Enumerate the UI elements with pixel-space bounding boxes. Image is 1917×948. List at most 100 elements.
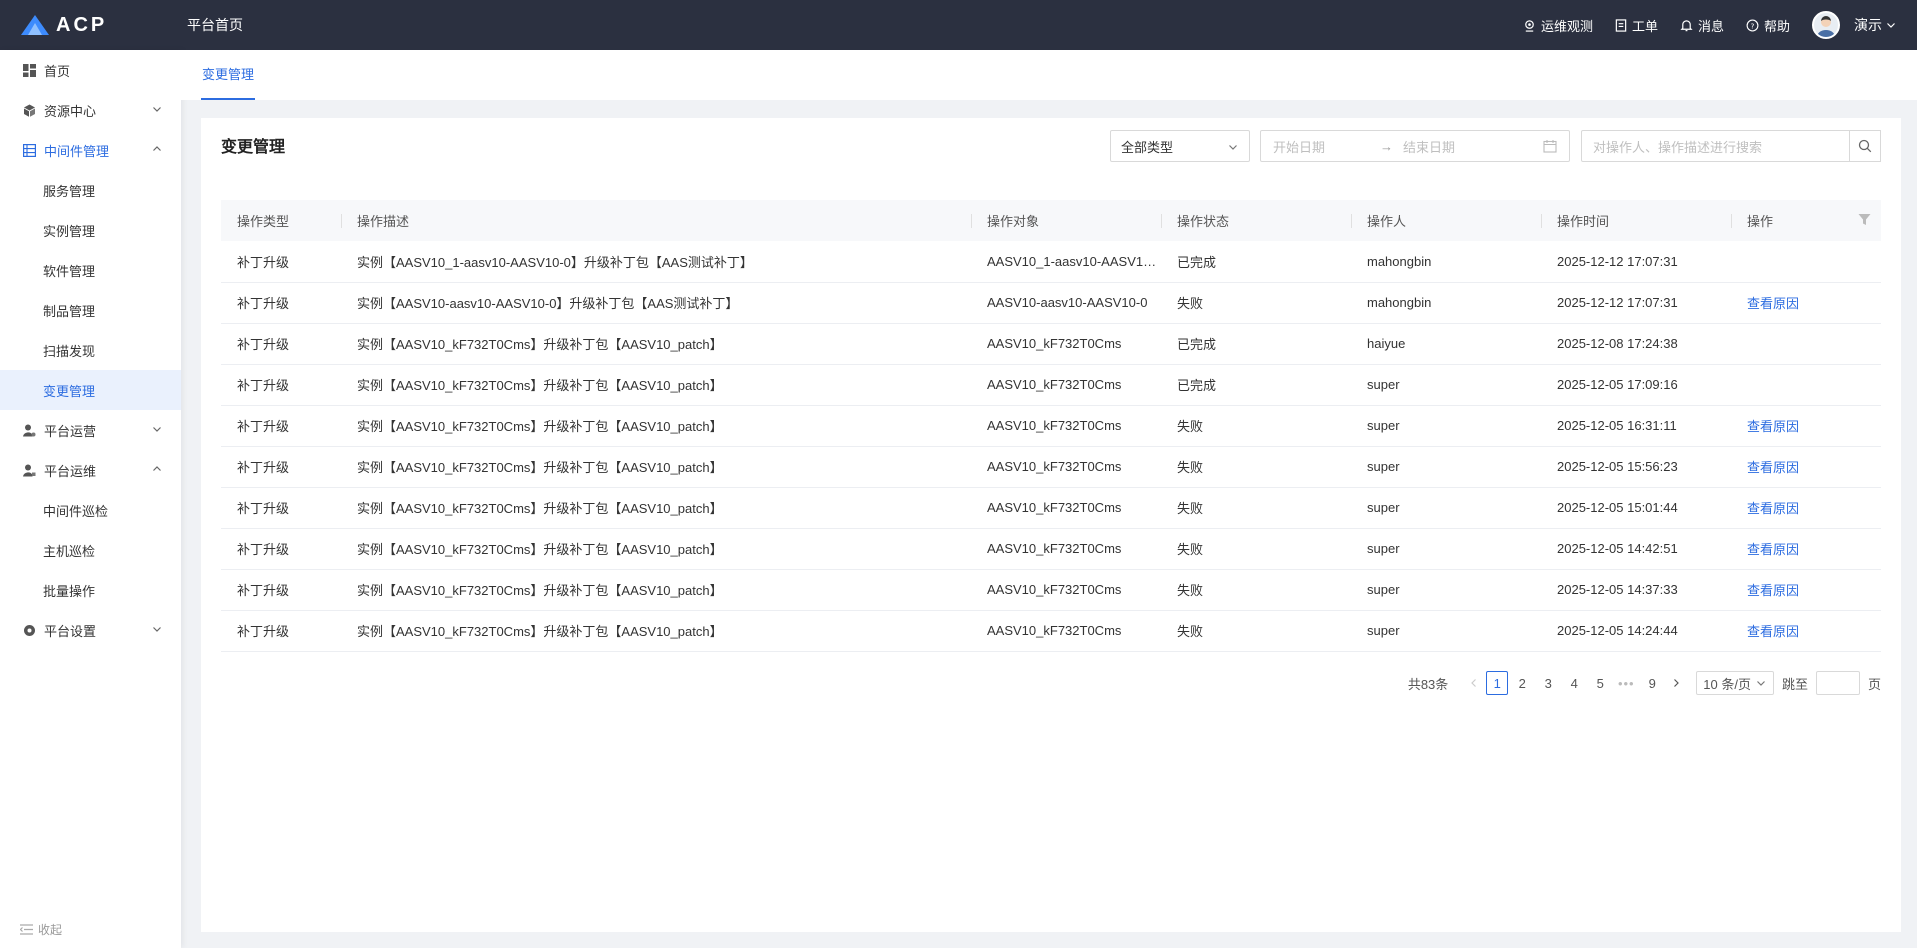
- date-range-picker[interactable]: 开始日期 → 结束日期: [1260, 130, 1570, 162]
- help-link[interactable]: ? 帮助: [1746, 16, 1790, 35]
- table-header-row: 操作类型 操作描述 操作对象 操作状态 操作人 操作时间 操作: [221, 200, 1881, 241]
- table-row: 补丁升级 实例【AASV10_kF732T0Cms】升级补丁包【AASV10_pa…: [221, 528, 1881, 569]
- message-link[interactable]: 消息: [1680, 16, 1724, 35]
- sidebar-item-instance-mgmt[interactable]: 实例管理: [0, 210, 181, 250]
- page-button[interactable]: 1: [1486, 671, 1509, 695]
- cell-target: AASV10_kF732T0Cms: [987, 418, 1122, 433]
- calendar-icon: [1543, 140, 1557, 153]
- user-gear-icon: [22, 423, 36, 437]
- sidebar-item-batch-operation[interactable]: 批量操作: [0, 570, 181, 610]
- next-page-button[interactable]: [1664, 671, 1688, 695]
- search-button[interactable]: [1849, 130, 1881, 162]
- chevron-down-icon: [1887, 23, 1895, 28]
- cell-status: 已完成: [1177, 254, 1217, 270]
- ops-observe-label: 运维观测: [1540, 18, 1593, 34]
- sidebar-item-artifact-mgmt[interactable]: 制品管理: [0, 290, 181, 330]
- type-select[interactable]: 全部类型: [1110, 130, 1250, 162]
- page-button[interactable]: 3: [1536, 671, 1560, 695]
- ticket-link[interactable]: 工单: [1615, 16, 1658, 35]
- cell-status: 失败: [1177, 296, 1204, 311]
- sidebar-item-label: 首页: [44, 63, 71, 79]
- sidebar-item-home[interactable]: 首页: [0, 50, 181, 90]
- column-header: 操作时间: [1541, 200, 1731, 241]
- page-button[interactable]: 9: [1640, 671, 1664, 695]
- table-row: 补丁升级 实例【AASV10_kF732T0Cms】升级补丁包【AASV10_pa…: [221, 569, 1881, 610]
- page-size-select[interactable]: 10 条/页: [1696, 671, 1774, 695]
- column-header: 操作描述: [341, 200, 971, 241]
- view-reason-link[interactable]: 查看原因: [1747, 501, 1799, 516]
- chevron-left-icon: [1471, 679, 1477, 687]
- sidebar-item-host-inspection[interactable]: 主机巡检: [0, 530, 181, 570]
- sidebar-item-platform-ops[interactable]: 平台运维: [0, 450, 181, 490]
- pagination: 共83条 1 2 3 4 5 ••• 9 10 条/页 跳至 页: [1408, 671, 1881, 695]
- search-placeholder: 对操作人、操作描述进行搜索: [1593, 139, 1763, 155]
- prev-page-button[interactable]: [1462, 671, 1486, 695]
- page-unit-label: 页: [1867, 676, 1881, 692]
- tab-change-mgmt[interactable]: 变更管理: [201, 50, 256, 100]
- chevron-down-icon: [153, 427, 161, 432]
- dashboard-icon: [22, 63, 36, 77]
- cell-action: [1731, 323, 1881, 364]
- cell-action: 查看原因: [1731, 610, 1881, 651]
- sidebar-collapse-button[interactable]: 收起: [20, 921, 62, 938]
- column-header: 操作对象: [971, 200, 1161, 241]
- cell-status: 失败: [1177, 624, 1204, 639]
- arrow-right-icon: →: [1380, 138, 1394, 154]
- view-reason-link[interactable]: 查看原因: [1747, 460, 1799, 475]
- platform-home-link[interactable]: 平台首页: [187, 15, 243, 35]
- page-ellipsis[interactable]: •••: [1614, 671, 1638, 695]
- ticket-label: 工单: [1631, 18, 1658, 34]
- end-date-input[interactable]: 结束日期: [1403, 137, 1455, 156]
- page-button[interactable]: 5: [1588, 671, 1612, 695]
- sidebar-item-scan-discovery[interactable]: 扫描发现: [0, 330, 181, 370]
- jump-page-input[interactable]: [1815, 671, 1860, 695]
- settings-gear-icon: [22, 623, 36, 637]
- cell-desc: 实例【AASV10_kF732T0Cms】升级补丁包【AASV10_patch】: [357, 419, 723, 434]
- sidebar-item-service-mgmt[interactable]: 服务管理: [0, 170, 181, 210]
- table-row: 补丁升级 实例【AASV10_kF732T0Cms】升级补丁包【AASV10_pa…: [221, 487, 1881, 528]
- page-button[interactable]: 4: [1562, 671, 1586, 695]
- chevron-down-icon: [153, 107, 161, 112]
- sidebar-item-middleware-inspection[interactable]: 中间件巡检: [0, 490, 181, 530]
- cell-type: 补丁升级: [237, 624, 290, 639]
- page-button[interactable]: 2: [1510, 671, 1534, 695]
- view-reason-link[interactable]: 查看原因: [1747, 419, 1799, 434]
- user-menu[interactable]: 演示: [1854, 15, 1897, 35]
- sidebar-item-label: 平台设置: [44, 623, 97, 639]
- change-table: 操作类型 操作描述 操作对象 操作状态 操作人 操作时间 操作 补丁升级 实例【A…: [221, 200, 1881, 652]
- chevron-up-icon: [153, 466, 161, 471]
- sidebar-item-resource-center[interactable]: 资源中心: [0, 90, 181, 130]
- filter-icon[interactable]: [1858, 213, 1871, 226]
- view-reason-link[interactable]: 查看原因: [1747, 296, 1799, 311]
- view-reason-link[interactable]: 查看原因: [1747, 542, 1799, 557]
- sidebar: 首页 资源中心 中间件管理 服务管理 实例管理 软件管理 制品管理 扫描发现 变…: [0, 50, 181, 948]
- view-reason-link[interactable]: 查看原因: [1747, 583, 1799, 598]
- tab-bar: 变更管理: [181, 50, 1917, 100]
- sidebar-item-platform-operation[interactable]: 平台运营: [0, 410, 181, 450]
- location-pin-icon: [1525, 19, 1534, 32]
- sidebar-item-software-mgmt[interactable]: 软件管理: [0, 250, 181, 290]
- logo[interactable]: ACP: [20, 14, 167, 37]
- cell-action: [1731, 364, 1881, 405]
- cell-type: 补丁升级: [237, 583, 290, 598]
- cell-desc: 实例【AASV10_1-aasv10-AASV10-0】升级补丁包【AAS测试补…: [357, 254, 753, 270]
- main-card: 变更管理 全部类型 开始日期 → 结束日期 对操作人、操作描述进行搜索 操作类型…: [201, 118, 1901, 932]
- sidebar-item-platform-settings[interactable]: 平台设置: [0, 610, 181, 650]
- top-navbar: ACP 平台首页 运维观测 工单 消息 ? 帮助 演示: [0, 0, 1917, 50]
- acp-logo-icon: [21, 15, 49, 35]
- cell-time: 2025-12-12 17:07:31: [1557, 295, 1678, 310]
- user-avatar-icon: [1817, 16, 1835, 37]
- page-title: 变更管理: [221, 139, 286, 156]
- cell-type: 补丁升级: [237, 501, 290, 516]
- search-input[interactable]: 对操作人、操作描述进行搜索: [1581, 130, 1881, 162]
- start-date-input[interactable]: 开始日期: [1273, 137, 1325, 156]
- view-reason-link[interactable]: 查看原因: [1747, 624, 1799, 639]
- sidebar-item-middleware-mgmt[interactable]: 中间件管理: [0, 130, 181, 170]
- cell-target: AASV10_kF732T0Cms: [987, 336, 1122, 351]
- sidebar-item-change-mgmt[interactable]: 变更管理: [0, 370, 181, 410]
- avatar[interactable]: [1812, 11, 1840, 39]
- cell-user: super: [1367, 541, 1400, 556]
- ops-observe-link[interactable]: 运维观测: [1523, 16, 1593, 35]
- chevron-down-icon: [1757, 681, 1765, 686]
- chevron-down-icon: [1229, 145, 1237, 150]
